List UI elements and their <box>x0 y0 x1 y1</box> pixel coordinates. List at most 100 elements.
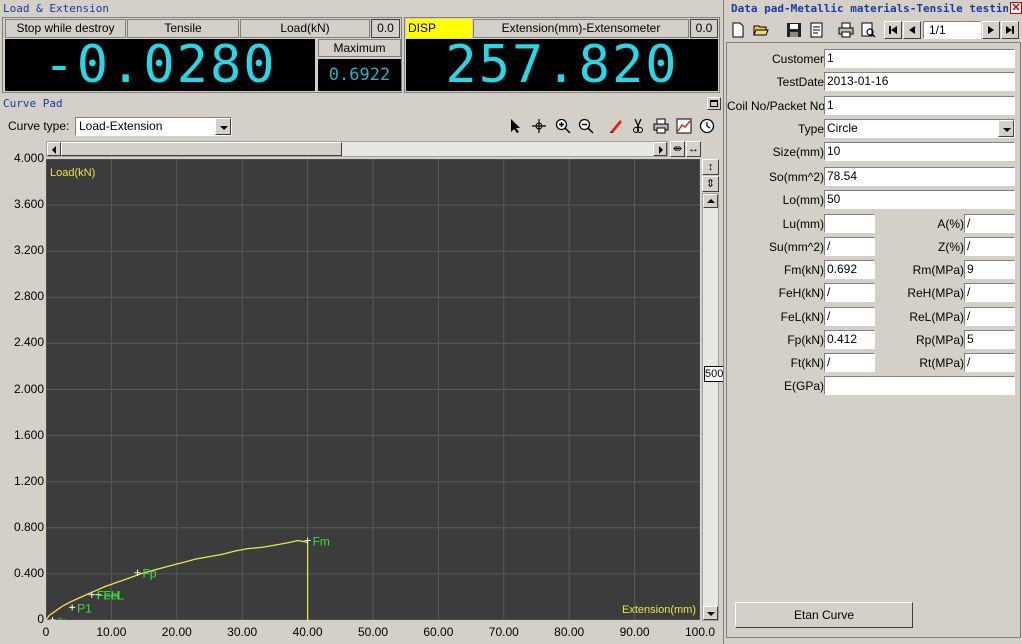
etan-curve-button[interactable]: Etan Curve <box>735 602 913 628</box>
load-extension-chart[interactable]: FmFpFeLFeHP1Ft Load(kN) Extension(mm) <box>46 159 700 620</box>
expand-horizontal-icon[interactable]: ↔ <box>686 141 701 157</box>
scroll-right-icon[interactable] <box>653 142 667 156</box>
extension-zero-button[interactable]: 0.0 <box>690 19 718 38</box>
su-field[interactable]: / <box>824 237 875 256</box>
fp-field[interactable]: 0.412 <box>824 330 875 349</box>
print-icon[interactable] <box>836 20 856 40</box>
pointer-icon[interactable] <box>506 116 526 136</box>
rel-field[interactable]: / <box>964 307 1015 326</box>
curve-type-select[interactable]: Load-Extension <box>75 117 232 136</box>
z-field[interactable]: / <box>964 237 1015 256</box>
data-pad-panel: Data pad-Metallic materials-Tensile test… <box>723 0 1022 644</box>
y-tick-label: 0.400 <box>13 565 44 580</box>
scroll-up-icon[interactable] <box>703 194 718 208</box>
reh-field[interactable]: / <box>964 283 1015 302</box>
test-date-field[interactable]: 2013-01-16 <box>824 72 1015 91</box>
close-icon[interactable]: ✕ <box>1010 2 1022 14</box>
load-zero-button[interactable]: 0.0 <box>371 19 400 38</box>
previous-page-icon[interactable] <box>903 21 921 39</box>
y-tick-label: 3.600 <box>13 197 44 212</box>
coil-no-field[interactable]: 1 <box>824 96 1015 115</box>
lu-label: Lu(mm) <box>782 217 824 231</box>
last-page-icon[interactable] <box>1001 21 1019 39</box>
marker-label: P1 <box>77 601 92 615</box>
e-field[interactable] <box>824 376 1015 395</box>
x-tick-label: 60.00 <box>423 625 454 639</box>
x-tick-label: 80.00 <box>554 625 585 639</box>
y-axis-ticks: 0 0.400 0.800 1.200 1.600 2.000 2.400 2.800 3.20… <box>0 0 44 644</box>
next-page-icon[interactable] <box>982 21 1000 39</box>
pencil-icon[interactable] <box>606 116 626 136</box>
y-tick-label: 3.200 <box>13 243 44 258</box>
marker-label: Fm <box>313 534 330 548</box>
curve-pad-title: Curve Pad <box>3 97 63 110</box>
lo-field[interactable]: 50 <box>824 190 1015 209</box>
fm-field[interactable]: 0.692 <box>824 260 875 279</box>
y-tick-label: 1.600 <box>13 427 44 442</box>
x-tick-label: 40.00 <box>292 625 323 639</box>
so-field[interactable]: 78.54 <box>824 167 1015 186</box>
a-field[interactable]: / <box>964 214 1015 233</box>
crosshair-icon[interactable] <box>529 116 549 136</box>
y-tick-label: 2.400 <box>13 335 44 350</box>
zoom-in-icon[interactable] <box>553 116 573 136</box>
chevron-down-icon[interactable] <box>215 118 231 135</box>
curve-type-value: Load-Extension <box>79 119 163 133</box>
page-indicator[interactable]: 1/1 <box>923 21 981 39</box>
open-folder-icon[interactable] <box>751 20 771 40</box>
test-type-label: Tensile <box>127 19 239 38</box>
fp-label: Fp(kN) <box>787 333 824 347</box>
type-select[interactable]: Circle <box>824 119 1015 138</box>
maximum-label: Maximum <box>318 39 401 57</box>
x-tick-label: 10.00 <box>96 625 127 639</box>
x-tick-label: 100.0 <box>684 625 716 639</box>
customer-field[interactable]: 1 <box>824 49 1015 68</box>
zoom-out-icon[interactable] <box>576 116 596 136</box>
print-icon[interactable] <box>651 116 671 136</box>
data-pad-title: Data pad-Metallic materials-Tensile test… <box>731 2 1008 15</box>
chevron-down-icon[interactable] <box>998 120 1014 137</box>
maximize-icon[interactable] <box>707 97 721 110</box>
rm-field[interactable]: 9 <box>964 260 1015 279</box>
vertical-scrollbar[interactable] <box>702 193 719 621</box>
disp-mode-label[interactable]: DISP MODE <box>406 19 472 54</box>
feh-field[interactable]: / <box>824 283 875 302</box>
expand-vertical-icon[interactable]: ↕ <box>702 159 719 175</box>
rt-field[interactable]: / <box>964 353 1015 372</box>
rel-label: ReL(MPa) <box>909 310 964 324</box>
extension-display-panel: DISP MODE Extension(mm)-Extensometer 0.0… <box>404 17 720 93</box>
new-file-icon[interactable] <box>728 20 748 40</box>
y-axis-label: Load(kN) <box>50 167 95 179</box>
curve-chart-icon[interactable] <box>674 116 694 136</box>
x-tick-label: 90.00 <box>619 625 650 639</box>
fm-label: Fm(kN) <box>784 263 824 277</box>
load-extension-panel-title: Load & Extension <box>3 2 109 15</box>
coil-no-label: Coil No/Packet No <box>727 99 826 113</box>
z-label: Z(%) <box>938 240 964 254</box>
lu-field[interactable] <box>824 214 875 233</box>
scroll-thumb[interactable] <box>61 142 342 156</box>
save-icon[interactable] <box>784 20 804 40</box>
report-icon[interactable] <box>806 20 826 40</box>
marker-label: FeH <box>97 589 120 603</box>
scissors-icon[interactable] <box>628 116 648 136</box>
load-display-panel: Stop while destroy Tensile Load(kN) 0.0 … <box>2 17 402 93</box>
x-tick-label: 70.00 <box>488 625 519 639</box>
size-field[interactable]: 10 <box>824 142 1015 161</box>
fel-label: FeL(kN) <box>780 310 824 324</box>
ft-field[interactable]: / <box>824 353 875 372</box>
fit-horizontal-icon[interactable]: ⇼ <box>670 141 685 157</box>
rp-field[interactable]: 5 <box>964 330 1015 349</box>
y-tick-label: 2.800 <box>13 289 44 304</box>
feh-label: FeH(kN) <box>778 286 824 300</box>
extension-value-display: 257.820 <box>406 39 718 91</box>
fit-vertical-icon[interactable]: ⇕ <box>702 176 719 192</box>
fel-field[interactable]: / <box>824 307 875 326</box>
clock-icon[interactable] <box>697 116 717 136</box>
scroll-down-icon[interactable] <box>703 606 718 620</box>
su-label: Su(mm^2) <box>769 240 824 254</box>
first-page-icon[interactable] <box>884 21 902 39</box>
print-preview-icon[interactable] <box>858 20 878 40</box>
horizontal-scrollbar[interactable] <box>46 141 668 157</box>
scroll-left-icon[interactable] <box>47 142 61 156</box>
